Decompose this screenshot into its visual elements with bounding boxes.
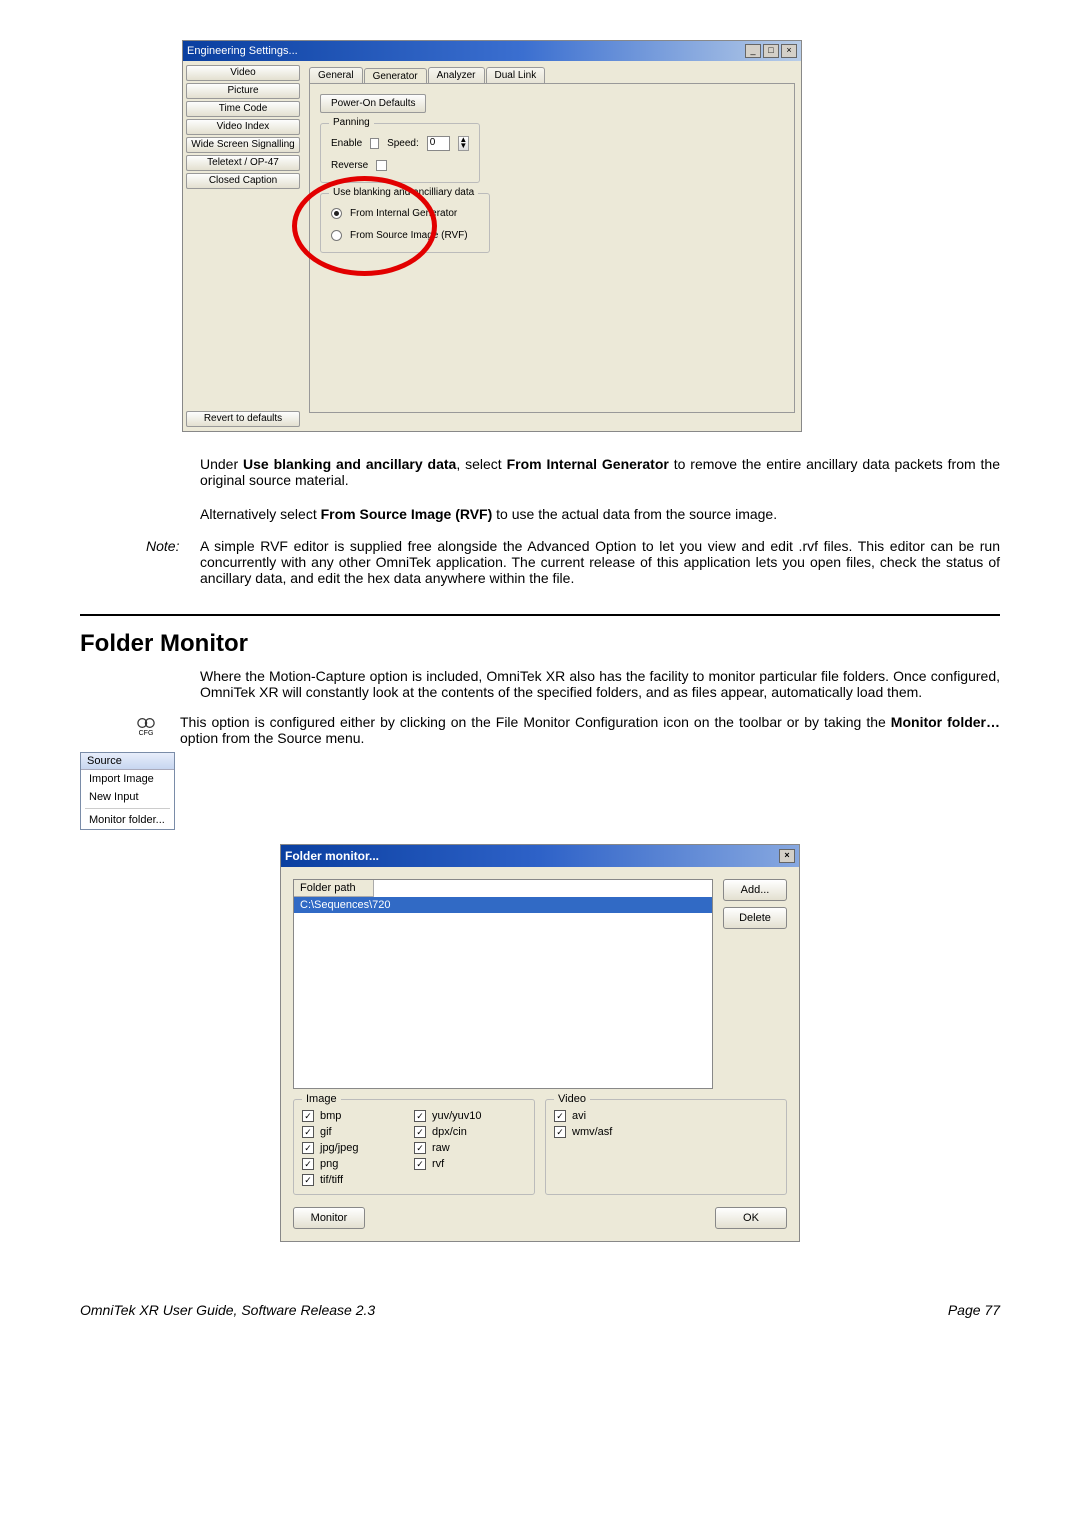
radio-internal-label: From Internal Generator bbox=[350, 208, 457, 219]
checkbox-tif[interactable]: ✓ bbox=[302, 1174, 314, 1186]
section-divider bbox=[80, 614, 1000, 616]
minimize-button[interactable]: _ bbox=[745, 44, 761, 58]
note-label: Note: bbox=[80, 538, 200, 586]
source-menu: Source Import Image New Input Monitor fo… bbox=[80, 752, 175, 830]
image-legend: Image bbox=[302, 1093, 341, 1105]
checkbox-raw[interactable]: ✓ bbox=[414, 1142, 426, 1154]
paragraph-1: Under Use blanking and ancillary data, s… bbox=[200, 456, 1000, 488]
image-formats-group: Image ✓bmp ✓yuv/yuv10 ✓gif ✓dpx/cin ✓jpg… bbox=[293, 1099, 535, 1195]
folder-path-row[interactable]: C:\Sequences\720 bbox=[294, 897, 712, 913]
checkbox-bmp[interactable]: ✓ bbox=[302, 1110, 314, 1122]
radio-source-image[interactable] bbox=[331, 230, 342, 241]
checkbox-png[interactable]: ✓ bbox=[302, 1158, 314, 1170]
checkbox-rvf[interactable]: ✓ bbox=[414, 1158, 426, 1170]
enable-label: Enable bbox=[331, 138, 362, 149]
reverse-checkbox[interactable] bbox=[376, 160, 387, 171]
menu-item-new-input[interactable]: New Input bbox=[81, 788, 174, 806]
title-bar[interactable]: Engineering Settings... _ □ × bbox=[183, 41, 801, 61]
paragraph-2: Alternatively select From Source Image (… bbox=[200, 506, 1000, 522]
checkbox-gif[interactable]: ✓ bbox=[302, 1126, 314, 1138]
window-title: Engineering Settings... bbox=[187, 45, 743, 57]
footer-right: Page 77 bbox=[948, 1302, 1000, 1318]
fm-window-title: Folder monitor... bbox=[285, 849, 777, 863]
power-on-defaults-button[interactable]: Power-On Defaults bbox=[320, 94, 426, 113]
heading-folder-monitor: Folder Monitor bbox=[80, 630, 1000, 658]
radio-source-label: From Source Image (RVF) bbox=[350, 230, 468, 241]
folder-monitor-window: Folder monitor... × Folder path C:\Seque… bbox=[280, 844, 800, 1242]
cfg-icon-label: CFG bbox=[139, 730, 154, 737]
page-footer: OmniTek XR User Guide, Software Release … bbox=[80, 1302, 1000, 1318]
speed-input[interactable]: 0 bbox=[427, 136, 450, 151]
monitor-button[interactable]: Monitor bbox=[293, 1207, 365, 1229]
sidebar-item-wss[interactable]: Wide Screen Signalling bbox=[186, 137, 300, 153]
speed-label: Speed: bbox=[387, 138, 419, 149]
panning-legend: Panning bbox=[329, 117, 374, 128]
maximize-button[interactable]: □ bbox=[763, 44, 779, 58]
folder-path-list[interactable]: Folder path C:\Sequences\720 bbox=[293, 879, 713, 1089]
sidebar-item-teletext[interactable]: Teletext / OP-47 bbox=[186, 155, 300, 171]
reverse-label: Reverse bbox=[331, 160, 368, 171]
engineering-settings-window: Engineering Settings... _ □ × Video Pict… bbox=[182, 40, 802, 432]
note-block: Note: A simple RVF editor is supplied fr… bbox=[80, 538, 1000, 586]
sidebar-item-timecode[interactable]: Time Code bbox=[186, 101, 300, 117]
paragraph-3: Where the Motion-Capture option is inclu… bbox=[200, 668, 1000, 700]
checkbox-jpg[interactable]: ✓ bbox=[302, 1142, 314, 1154]
menu-item-monitor-folder[interactable]: Monitor folder... bbox=[81, 811, 174, 829]
checkbox-avi[interactable]: ✓ bbox=[554, 1110, 566, 1122]
enable-checkbox[interactable] bbox=[370, 138, 379, 149]
delete-button[interactable]: Delete bbox=[723, 907, 787, 929]
footer-left: OmniTek XR User Guide, Software Release … bbox=[80, 1302, 375, 1318]
checkbox-dpx[interactable]: ✓ bbox=[414, 1126, 426, 1138]
menu-item-import-image[interactable]: Import Image bbox=[81, 770, 174, 788]
category-sidebar: Video Picture Time Code Video Index Wide… bbox=[183, 61, 303, 431]
folder-path-column-header[interactable]: Folder path bbox=[294, 880, 374, 897]
radio-internal-generator[interactable] bbox=[331, 208, 342, 219]
source-menu-header[interactable]: Source bbox=[81, 753, 174, 770]
sidebar-item-cc[interactable]: Closed Caption bbox=[186, 173, 300, 189]
sidebar-item-videoindex[interactable]: Video Index bbox=[186, 119, 300, 135]
speed-spinner[interactable]: ▲▼ bbox=[458, 136, 469, 151]
menu-separator bbox=[85, 808, 170, 809]
tab-strip: General Generator Analyzer Dual Link bbox=[309, 67, 795, 83]
ok-button[interactable]: OK bbox=[715, 1207, 787, 1229]
blanking-legend: Use blanking and ancilliary data bbox=[329, 187, 478, 198]
add-button[interactable]: Add... bbox=[723, 879, 787, 901]
note-text: A simple RVF editor is supplied free alo… bbox=[200, 538, 1000, 586]
file-monitor-config-icon[interactable]: CFG bbox=[134, 714, 158, 738]
video-formats-group: Video ✓avi ✓wmv/asf bbox=[545, 1099, 787, 1195]
tab-analyzer[interactable]: Analyzer bbox=[428, 67, 485, 83]
checkbox-yuv[interactable]: ✓ bbox=[414, 1110, 426, 1122]
sidebar-item-picture[interactable]: Picture bbox=[186, 83, 300, 99]
video-legend: Video bbox=[554, 1093, 590, 1105]
paragraph-4: This option is configured either by clic… bbox=[180, 714, 1000, 746]
fm-title-bar[interactable]: Folder monitor... × bbox=[281, 845, 799, 867]
tab-generator[interactable]: Generator bbox=[364, 68, 427, 84]
close-button[interactable]: × bbox=[781, 44, 797, 58]
tab-general[interactable]: General bbox=[309, 67, 363, 83]
tab-duallink[interactable]: Dual Link bbox=[486, 67, 546, 83]
revert-defaults-button[interactable]: Revert to defaults bbox=[186, 411, 300, 427]
sidebar-item-video[interactable]: Video bbox=[186, 65, 300, 81]
fm-close-button[interactable]: × bbox=[779, 849, 795, 863]
checkbox-wmv[interactable]: ✓ bbox=[554, 1126, 566, 1138]
